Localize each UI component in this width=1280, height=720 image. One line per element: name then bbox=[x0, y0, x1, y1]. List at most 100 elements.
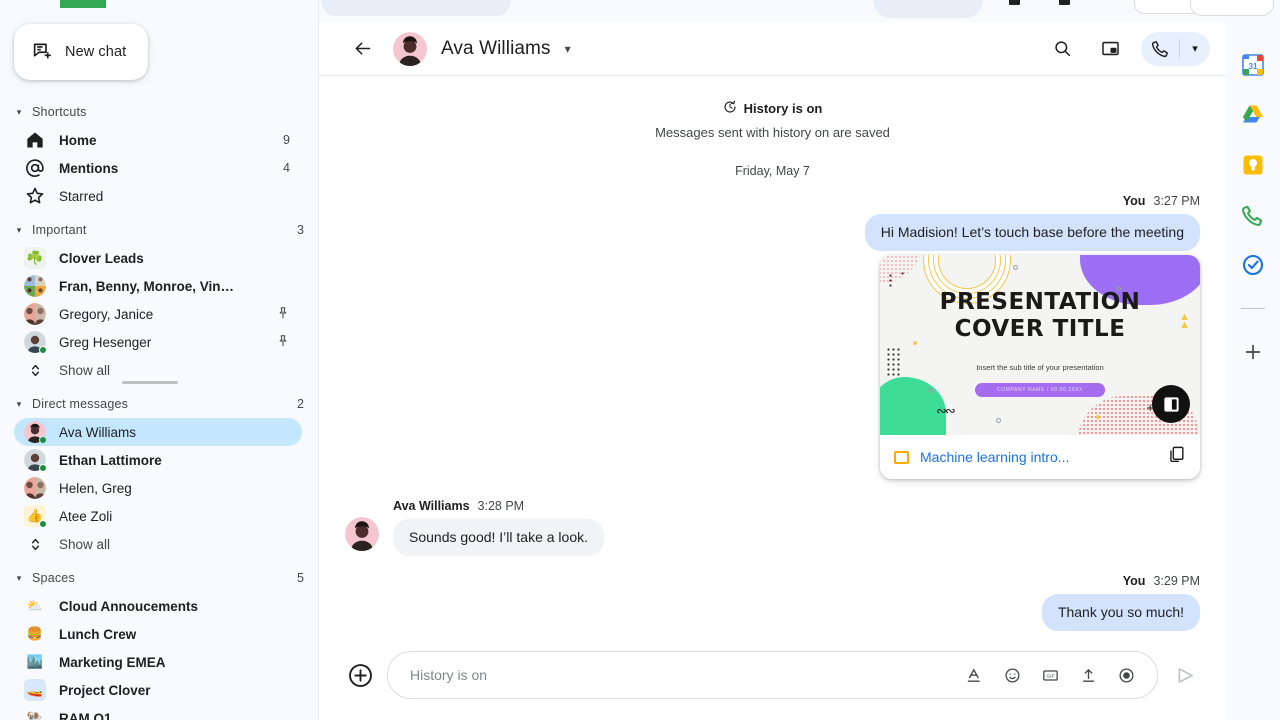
call-options-button[interactable]: ▾ bbox=[1180, 32, 1210, 66]
picture-in-picture-button[interactable] bbox=[1093, 32, 1127, 66]
sidebar-item-home[interactable]: Home 9 bbox=[14, 126, 302, 154]
add-app-button[interactable] bbox=[1240, 339, 1266, 365]
call-button-group[interactable]: ▾ bbox=[1141, 31, 1210, 66]
attachment-name[interactable]: Machine learning intro... bbox=[920, 449, 1156, 465]
upload-button[interactable] bbox=[1071, 658, 1105, 692]
slides-overlay-button[interactable] bbox=[1152, 385, 1190, 423]
clipped-pill-1 bbox=[321, 0, 511, 16]
sidebar-item-show-all[interactable]: Show all bbox=[14, 356, 302, 384]
unread-count: 9 bbox=[283, 133, 290, 147]
message-list: History is on Messages sent with history… bbox=[319, 76, 1226, 644]
sidebar-item-helen-greg[interactable]: Helen, Greg bbox=[14, 474, 302, 502]
sidebar-item-ram-q1[interactable]: 🐏 RAM Q1 bbox=[14, 704, 302, 720]
new-chat-icon bbox=[32, 40, 53, 64]
chevron-down-icon: ▾ bbox=[16, 224, 22, 235]
sidebar-item-gregory-janice[interactable]: Gregory, Janice bbox=[14, 300, 302, 328]
google-calendar-icon[interactable]: 31 bbox=[1240, 52, 1266, 78]
message-sender: You bbox=[1122, 574, 1146, 588]
section-header-shortcuts[interactable]: ▾ Shortcuts bbox=[0, 98, 318, 126]
sidebar-item-starred[interactable]: Starred bbox=[14, 182, 302, 210]
sidebar: New chat ▾ Shortcuts Home 9 Mentions 4 Starred… bbox=[0, 0, 318, 720]
message-row: You 3:29 PM Thank you so much! bbox=[345, 574, 1200, 631]
message-row: Ava Williams 3:28 PM Sounds good! I’ll t… bbox=[345, 499, 1200, 556]
send-button[interactable] bbox=[1170, 660, 1200, 690]
pin-icon bbox=[276, 306, 290, 323]
sidebar-item-fran-benny-monroe-vin[interactable]: Fran, Benny, Monroe, Vin… bbox=[14, 272, 302, 300]
format-button[interactable] bbox=[957, 658, 991, 692]
sidebar-item-label: Show all bbox=[59, 362, 111, 378]
emoji-button[interactable] bbox=[995, 658, 1029, 692]
sidebar-item-label: Cloud Annoucements bbox=[59, 598, 199, 614]
history-notice-label: History is on bbox=[743, 101, 823, 116]
message-bubble[interactable]: Thank you so much! bbox=[1041, 594, 1200, 631]
clipped-pill-2 bbox=[873, 0, 983, 18]
group-avatar bbox=[24, 303, 46, 325]
sidebar-item-cloud-annoucements[interactable]: ⛅ Cloud Annoucements bbox=[14, 592, 302, 620]
back-button[interactable] bbox=[345, 32, 379, 66]
google-slides-icon bbox=[894, 450, 909, 464]
message-meta: You 3:29 PM bbox=[1123, 574, 1200, 588]
decoration-dots-pink-top bbox=[880, 255, 922, 283]
message-input[interactable] bbox=[410, 667, 953, 683]
section-header-spaces[interactable]: ▾ Spaces 5 bbox=[0, 564, 318, 592]
clipped-top-bar bbox=[319, 0, 1226, 22]
sidebar-item-ava-williams[interactable]: Ava Williams bbox=[14, 418, 302, 446]
decoration-circle-1 bbox=[1013, 265, 1018, 270]
history-notice-subtitle: Messages sent with history on are saved bbox=[655, 125, 890, 140]
cloud-emoji: ⛅ bbox=[26, 598, 44, 613]
boat-emoji: 🚤 bbox=[24, 679, 46, 701]
divider bbox=[1241, 308, 1265, 309]
sidebar-item-mentions[interactable]: Mentions 4 bbox=[14, 154, 302, 182]
google-tasks-icon[interactable] bbox=[1240, 252, 1266, 278]
decoration-dot-2 bbox=[1096, 415, 1100, 419]
sidebar-item-label: Greg Hesenger bbox=[59, 334, 152, 350]
chevron-down-icon: ▾ bbox=[16, 398, 22, 409]
slide-title-line2: COVER TITLE bbox=[954, 316, 1126, 342]
burger-emoji: 🍔 bbox=[26, 626, 44, 641]
call-button[interactable] bbox=[1141, 32, 1179, 66]
page-title: Ava Williams bbox=[441, 37, 551, 59]
apps-rail: 31 bbox=[1190, 0, 1280, 720]
sidebar-item-marketing-emea[interactable]: 🏙️ Marketing EMEA bbox=[14, 648, 302, 676]
search-button[interactable] bbox=[1045, 32, 1079, 66]
message-bubble[interactable]: Hi Madision! Let’s touch base before the… bbox=[864, 214, 1200, 251]
message-time: 3:27 PM bbox=[1153, 194, 1200, 208]
add-attachment-button[interactable] bbox=[345, 660, 375, 690]
sidebar-item-label: Atee Zoli bbox=[59, 508, 113, 524]
message-bubble[interactable]: Sounds good! I’ll take a look. bbox=[393, 519, 605, 556]
google-keep-icon[interactable] bbox=[1240, 152, 1266, 178]
sidebar-item-atee-zoli[interactable]: 👍 Atee Zoli bbox=[14, 502, 302, 530]
section-title: Direct messages bbox=[32, 397, 129, 411]
sidebar-item-greg-hesenger[interactable]: Greg Hesenger bbox=[14, 328, 302, 356]
sidebar-item-label: RAM Q1 bbox=[59, 710, 112, 720]
chat-header: Ava Williams ▾ ▾ bbox=[319, 22, 1226, 76]
chevron-down-icon[interactable]: ▾ bbox=[565, 42, 571, 56]
sidebar-nav[interactable]: ▾ Shortcuts Home 9 Mentions 4 Starred ▾ Importan… bbox=[0, 92, 318, 720]
sidebar-item-show-all[interactable]: Show all bbox=[14, 530, 302, 558]
history-notice-title: History is on bbox=[723, 100, 823, 117]
person-avatar bbox=[24, 449, 47, 472]
video-button[interactable] bbox=[1109, 658, 1143, 692]
sidebar-item-ethan-lattimore[interactable]: Ethan Lattimore bbox=[14, 446, 302, 474]
sidebar-item-label: Project Clover bbox=[59, 682, 151, 698]
section-header-important[interactable]: ▾ Important 3 bbox=[0, 216, 318, 244]
sidebar-item-lunch-crew[interactable]: 🍔 Lunch Crew bbox=[14, 620, 302, 648]
google-drive-icon[interactable] bbox=[1240, 102, 1266, 128]
gif-button[interactable]: GIF bbox=[1033, 658, 1067, 692]
sidebar-item-label: Ethan Lattimore bbox=[59, 452, 162, 468]
sidebar-scrollbar[interactable] bbox=[122, 381, 178, 384]
person-avatar bbox=[24, 421, 47, 444]
decoration-dotgrid-1 bbox=[888, 273, 892, 287]
message-input-wrapper[interactable]: GIF bbox=[387, 651, 1158, 699]
presence-indicator bbox=[39, 436, 47, 444]
svg-text:GIF: GIF bbox=[1046, 673, 1054, 679]
google-voice-icon[interactable] bbox=[1240, 202, 1266, 228]
attachment-card[interactable]: ▲ ▲ ∾∾ + PRESENTATION COVER TITLE Insert … bbox=[880, 255, 1200, 479]
new-chat-button[interactable]: New chat bbox=[14, 24, 149, 80]
sidebar-item-project-clover[interactable]: 🚤 Project Clover bbox=[14, 676, 302, 704]
sidebar-item-clover-leads[interactable]: ☘️ Clover Leads bbox=[14, 244, 302, 272]
clover-emoji: ☘️ bbox=[24, 247, 46, 269]
section-header-direct-messages[interactable]: ▾ Direct messages 2 bbox=[0, 390, 318, 418]
group-avatar bbox=[24, 477, 46, 499]
copy-button[interactable] bbox=[1167, 445, 1186, 469]
